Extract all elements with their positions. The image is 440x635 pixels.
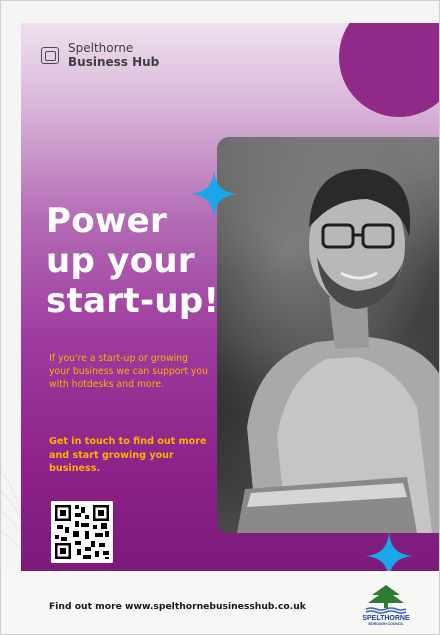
- intro-text: If you're a start-up or growing your bus…: [49, 353, 209, 390]
- business-hub-logo: Spelthorne Business Hub: [41, 41, 159, 69]
- council-sub: BOROUGH COUNCIL: [368, 622, 404, 626]
- logo-line1: Spelthorne: [68, 41, 134, 55]
- poster: Spelthorne Business Hub Power up your st…: [21, 23, 439, 571]
- qr-code-icon[interactable]: [51, 501, 113, 563]
- business-hub-logo-icon: [41, 46, 59, 64]
- footer: Find out more www.spelthornebusinesshub.…: [1, 571, 439, 634]
- headline-line1: Power: [46, 201, 168, 241]
- photo-man-laptop: [217, 137, 439, 533]
- photo-illustration: [237, 168, 439, 533]
- headline: Power up your start-up!: [46, 201, 296, 321]
- headline-line3: start-up!: [46, 281, 220, 321]
- spelthorne-council-logo: SPELTHORNE BOROUGH COUNCIL: [362, 585, 410, 626]
- council-name: SPELTHORNE: [362, 615, 410, 622]
- sparkle-star-icon: [366, 533, 412, 571]
- footer-text[interactable]: Find out more www.spelthornebusinesshub.…: [49, 601, 306, 612]
- flyer-page: Spelthorne Business Hub Power up your st…: [0, 0, 440, 635]
- cta-text: Get in touch to find out more and start …: [49, 436, 207, 474]
- sparkle-star-icon: [191, 171, 237, 217]
- logo-text: Spelthorne Business Hub: [68, 41, 159, 69]
- corner-circle: [339, 23, 439, 117]
- headline-line2: up your: [46, 241, 195, 281]
- logo-line2: Business Hub: [68, 55, 160, 69]
